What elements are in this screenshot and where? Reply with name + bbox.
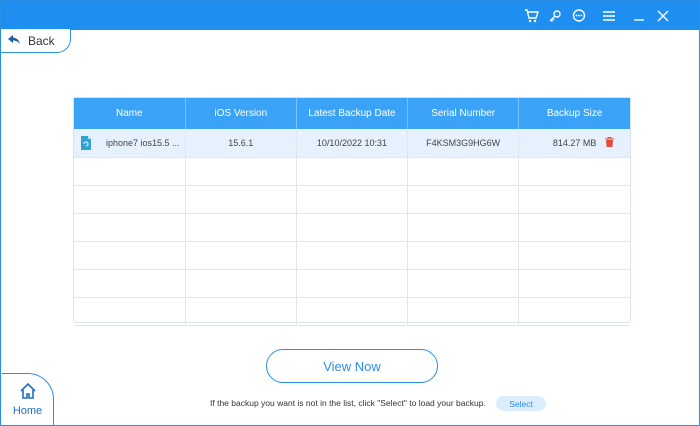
minimize-icon[interactable] — [631, 8, 647, 24]
table-row — [74, 213, 630, 242]
cell-serial-number: F4KSM3G9HG6W — [407, 129, 520, 158]
table-row — [74, 157, 630, 186]
table-row — [74, 269, 630, 298]
back-button[interactable]: Back — [1, 29, 71, 53]
close-icon[interactable] — [655, 8, 671, 24]
table-row — [74, 185, 630, 214]
column-header-backup-date[interactable]: Latest Backup Date — [296, 98, 409, 129]
backup-table: Name iOS Version Latest Backup Date Seri… — [73, 97, 631, 326]
table-row — [74, 241, 630, 270]
column-header-backup-size[interactable]: Backup Size — [518, 98, 630, 129]
home-label: Home — [12, 405, 43, 417]
hint-text: If the backup you want is not in the lis… — [210, 398, 486, 408]
table-header: Name iOS Version Latest Backup Date Seri… — [74, 98, 630, 129]
home-button[interactable]: Home — [2, 373, 54, 425]
cell-name: iphone7 ios15.5 ... — [74, 129, 186, 158]
column-header-serial-number[interactable]: Serial Number — [407, 98, 520, 129]
title-bar-icons — [523, 7, 671, 25]
cell-backup-date: 10/10/2022 10:31 — [296, 129, 409, 158]
column-header-name[interactable]: Name — [74, 98, 186, 129]
home-icon — [19, 382, 37, 404]
backup-size: 814.27 MB — [552, 137, 597, 148]
backup-name: iphone7 ios15.5 ... — [106, 138, 180, 148]
column-header-ios-version[interactable]: iOS Version — [185, 98, 297, 129]
table-row[interactable]: iphone7 ios15.5 ... 15.6.1 10/10/2022 10… — [74, 129, 630, 158]
back-arrow-icon — [8, 32, 20, 50]
trash-icon[interactable] — [605, 137, 614, 149]
backup-file-icon — [80, 136, 92, 152]
title-bar — [1, 1, 699, 30]
back-label: Back — [28, 33, 55, 48]
chat-icon[interactable] — [571, 8, 587, 24]
view-now-button[interactable]: View Now — [266, 349, 438, 383]
menu-icon[interactable] — [601, 8, 617, 24]
select-button[interactable]: Select — [496, 396, 546, 411]
cell-backup-size: 814.27 MB — [518, 129, 630, 158]
cell-ios-version: 15.6.1 — [185, 129, 297, 158]
app-window: Back Name iOS Version Latest Backup Date… — [0, 0, 700, 426]
cart-icon[interactable] — [523, 8, 539, 24]
table-row — [74, 297, 630, 326]
key-icon[interactable] — [547, 8, 563, 24]
